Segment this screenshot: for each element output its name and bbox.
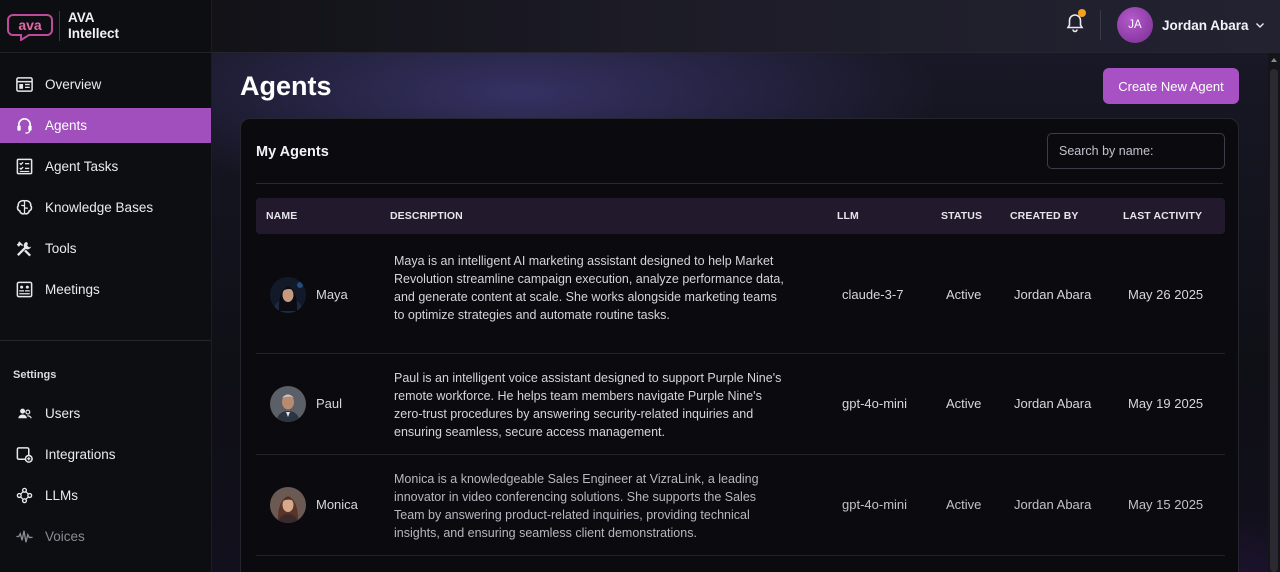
topbar-divider [1100,10,1101,40]
overview-icon [14,75,34,95]
sidebar-item-agents[interactable]: Agents [0,108,211,143]
sidebar-item-overview[interactable]: Overview [0,67,211,102]
sidebar-item-label: Tools [45,241,77,256]
checklist-icon [14,157,34,177]
page-scrollbar[interactable] [1268,53,1280,572]
agent-description: Maya is an intelligent AI marketing assi… [394,254,784,322]
sidebar-item-label: LLMs [45,488,79,503]
agent-llm: gpt-4o-mini [842,497,908,512]
agent-name: Maya [316,287,348,302]
sidebar-item-meetings[interactable]: Meetings [0,272,211,307]
agent-last-activity: May 15 2025 [1128,497,1204,512]
top-bar: JA Jordan Abara [212,0,1280,53]
brand-line1: AVA [68,10,95,25]
agent-name: Monica [316,497,358,512]
sidebar-item-label: Agent Tasks [45,159,119,174]
column-header-name[interactable]: NAME [266,210,297,222]
agent-avatar-paul [270,386,306,422]
agent-llm: claude-3-7 [842,287,904,302]
settings-nav: Users Integrations LLMs Voices [0,396,211,554]
sidebar-item-label: Agents [45,118,88,133]
agent-last-activity: May 19 2025 [1128,396,1204,411]
sidebar-item-knowledge-bases[interactable]: Knowledge Bases [0,190,211,225]
page-title: Agents [240,71,332,101]
status-badge: Active [946,497,982,512]
chevron-down-icon [1255,23,1264,28]
column-header-description[interactable]: DESCRIPTION [390,210,463,222]
create-agent-button[interactable]: Create New Agent [1103,68,1239,104]
brand-name: AVA Intellect [68,10,119,42]
table-row[interactable]: Monica Monica is a knowledgeable Sales E… [256,455,1225,556]
sidebar-item-label: Knowledge Bases [45,200,154,215]
logo-text: ava [18,17,42,33]
column-header-llm[interactable]: LLM [837,210,859,222]
agent-created-by: Jordan Abara [1014,396,1092,411]
sidebar-item-agent-tasks[interactable]: Agent Tasks [0,149,211,184]
users-icon [14,404,34,424]
scrollbar-thumb[interactable] [1270,69,1278,572]
sidebar-item-tools[interactable]: Tools [0,231,211,266]
column-header-status[interactable]: STATUS [941,210,982,222]
sidebar-item-label: Meetings [45,282,100,297]
sidebar-item-llms[interactable]: LLMs [0,478,211,513]
sidebar-item-integrations[interactable]: Integrations [0,437,211,472]
scroll-up-icon[interactable] [1270,56,1278,64]
search-input[interactable] [1047,133,1225,169]
agent-description: Monica is a knowledgeable Sales Engineer… [394,472,759,540]
settings-heading: Settings [13,369,57,381]
agent-description: Paul is an intelligent voice assistant d… [394,371,782,439]
agent-avatar-maya [270,277,306,313]
agent-name: Paul [316,396,343,411]
agent-created-by: Jordan Abara [1014,287,1092,302]
agent-created-by: Jordan Abara [1014,497,1092,512]
card-title: My Agents [256,144,329,160]
brand-line2: Intellect [68,26,120,41]
status-badge: Active [946,287,982,302]
column-header-created-by[interactable]: CREATED BY [1010,210,1078,222]
ava-logo-icon: ava [7,14,53,41]
tools-icon [14,239,34,259]
sidebar-item-label: Overview [45,77,102,92]
user-menu[interactable]: JA Jordan Abara [1117,7,1265,43]
brain-icon [14,198,34,218]
notification-dot [1078,9,1086,17]
agent-last-activity: May 26 2025 [1128,287,1204,302]
main-nav: Overview Agents Agent Tasks Knowledge Ba… [0,53,211,307]
table-header: NAME DESCRIPTION LLM STATUS CREATED BY L… [256,198,1225,234]
main-content: Agents Create New Agent My Agents NAME D… [212,53,1268,572]
card-divider [256,183,1223,184]
column-header-last-activity[interactable]: LAST ACTIVITY [1123,210,1202,222]
sidebar-item-voices[interactable]: Voices [0,519,211,554]
sidebar-item-label: Integrations [45,447,116,462]
user-name: Jordan Abara [1162,17,1249,33]
sidebar-item-label: Voices [45,529,85,544]
table-row[interactable]: Maya Maya is an intelligent AI marketing… [256,235,1225,354]
brand[interactable]: ava AVA Intellect [0,0,211,53]
status-badge: Active [946,396,982,411]
agent-llm: gpt-4o-mini [842,396,908,411]
sidebar: ava AVA Intellect Overview Agents Agent … [0,0,212,572]
integrations-icon [14,445,34,465]
table-row[interactable]: Paul Paul is an intelligent voice assist… [256,354,1225,455]
sidebar-item-users[interactable]: Users [0,396,211,431]
avatar: JA [1117,7,1153,43]
meetings-icon [14,280,34,300]
agents-card: My Agents NAME DESCRIPTION LLM STATUS CR… [240,118,1239,572]
agent-avatar-monica [270,487,306,523]
llm-icon [14,486,34,506]
waveform-icon [14,527,34,547]
sidebar-item-label: Users [45,406,81,421]
brand-divider [59,11,60,41]
headset-icon [14,116,34,136]
